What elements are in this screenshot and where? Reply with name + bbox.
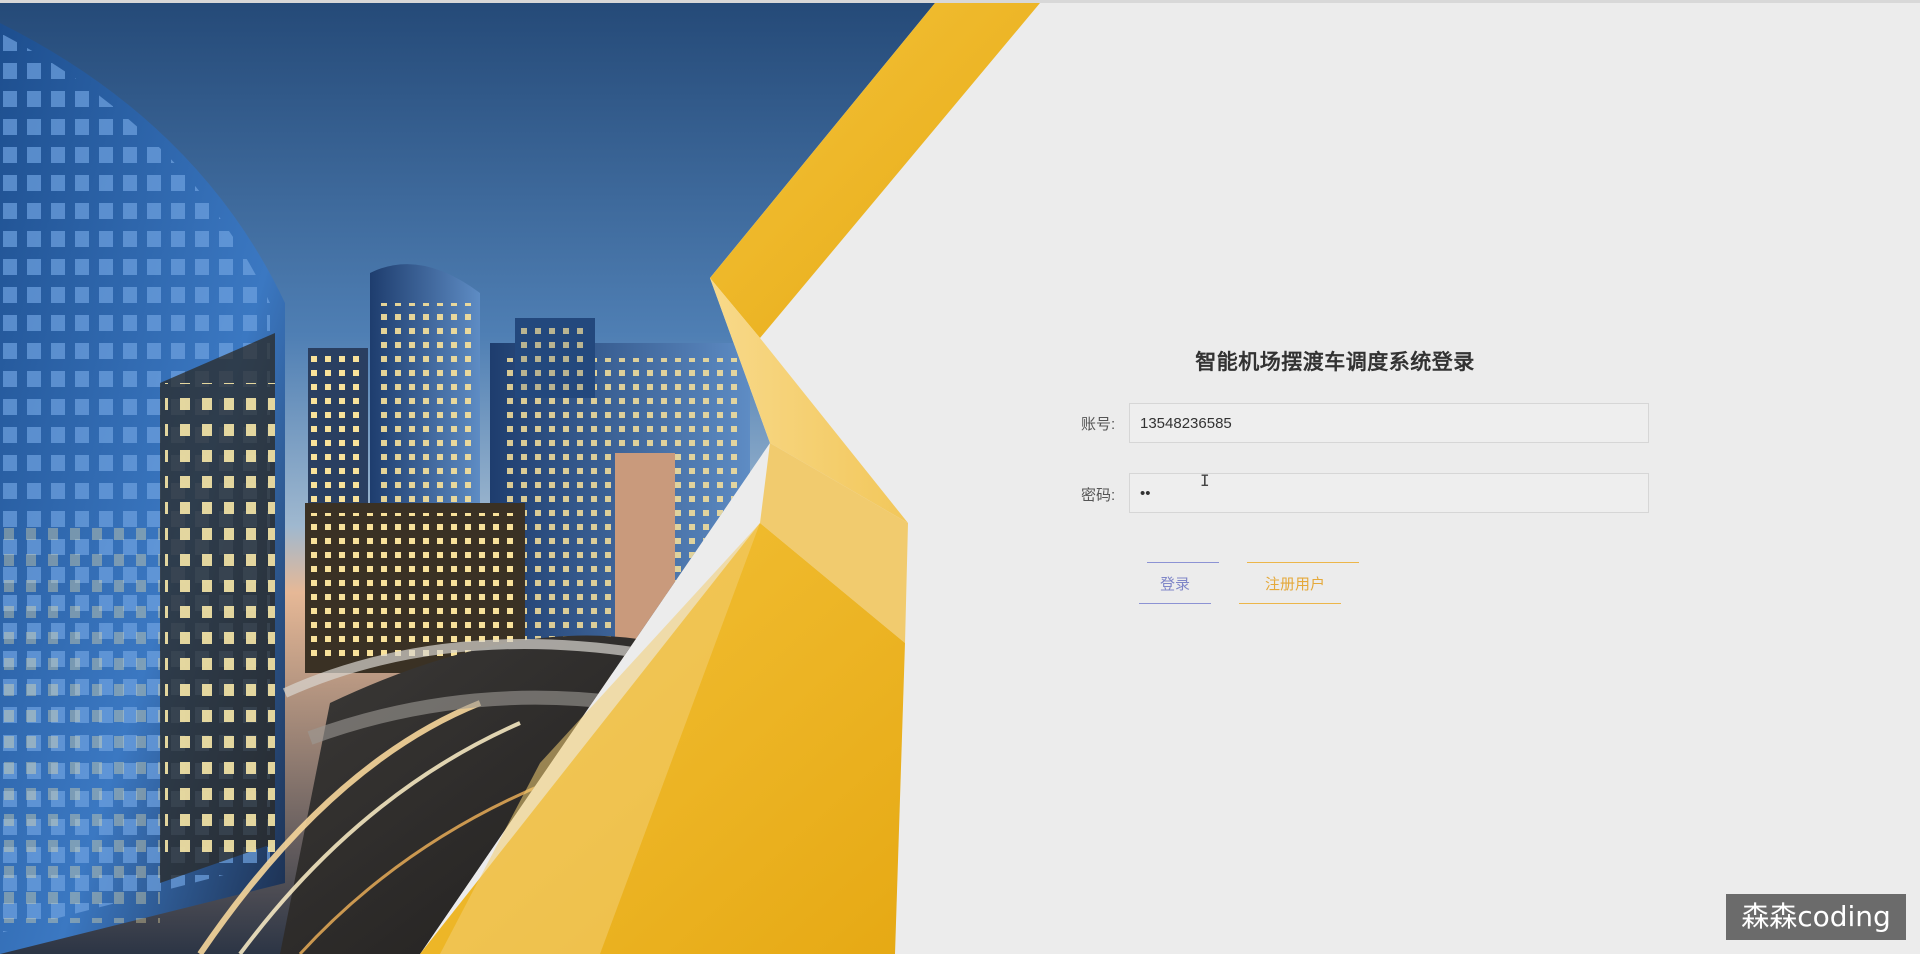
login-title: 智能机场摆渡车调度系统登录: [1195, 351, 1475, 374]
account-label: 账号:: [1081, 416, 1116, 433]
text-cursor-icon: I: [1200, 471, 1210, 490]
watermark: 森森coding: [1726, 894, 1906, 940]
password-label: 密码:: [1081, 487, 1116, 504]
login-button[interactable]: 登录: [1139, 562, 1219, 604]
background-cityscape-image: [0, 3, 1060, 954]
account-input[interactable]: [1129, 403, 1649, 443]
register-button[interactable]: 注册用户: [1239, 562, 1359, 604]
